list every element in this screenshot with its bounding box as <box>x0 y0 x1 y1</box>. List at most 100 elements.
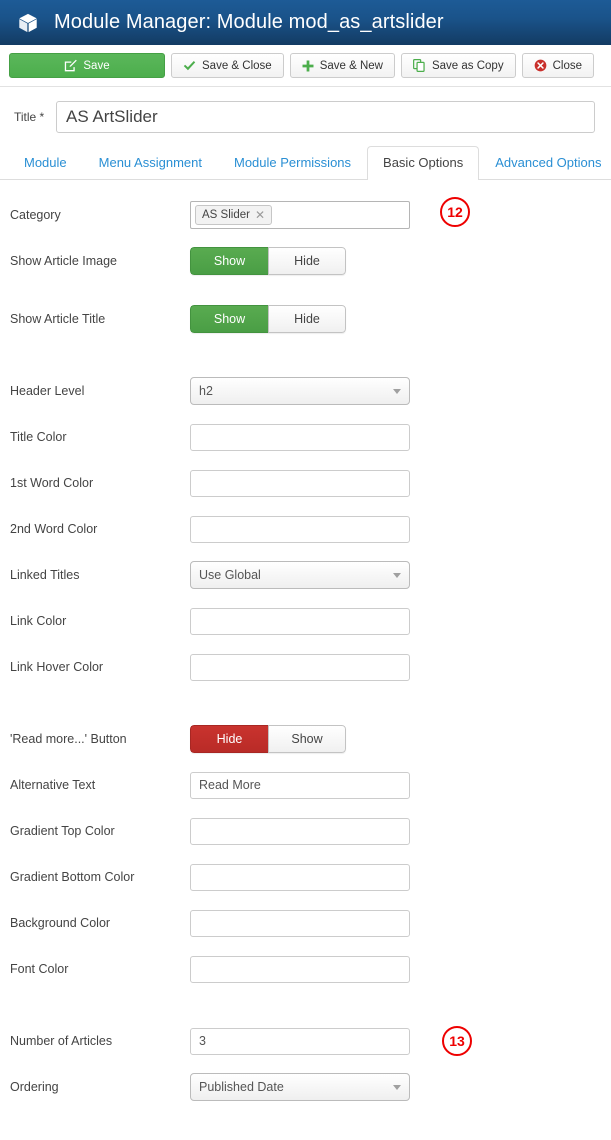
cube-icon <box>16 11 40 35</box>
field-row-alternative-text: Alternative Text <box>8 762 603 808</box>
field-row-gradient-bottom-color: Gradient Bottom Color <box>8 854 603 900</box>
first-word-color-label: 1st Word Color <box>10 476 94 490</box>
title-color-label: Title Color <box>10 430 67 444</box>
alternative-text-input[interactable] <box>190 771 410 799</box>
field-row-background-color: Background Color <box>8 900 603 946</box>
field-row-font-color: Font Color <box>8 946 603 992</box>
save-as-copy-label: Save as Copy <box>431 59 504 72</box>
edit-square-icon <box>64 59 78 72</box>
close-circle-icon <box>534 59 547 72</box>
field-row-gradient-top-color: Gradient Top Color <box>8 808 603 854</box>
save-and-close-button[interactable]: Save & Close <box>171 53 284 78</box>
gradient-top-color-input[interactable] <box>190 817 410 845</box>
show-article-image-toggle: Show Hide <box>190 247 346 275</box>
second-word-color-label: 2nd Word Color <box>10 522 98 536</box>
read-more-hide-option[interactable]: Hide <box>190 725 268 753</box>
close-button-label: Close <box>552 59 582 72</box>
chevron-down-icon <box>393 388 401 394</box>
alternative-text-label: Alternative Text <box>10 778 96 792</box>
field-row-category: Category AS Slider ✕ 12 <box>8 192 603 238</box>
close-x-icon[interactable]: ✕ <box>255 209 265 221</box>
ordering-value: Published Date <box>199 1080 284 1094</box>
save-and-close-label: Save & Close <box>202 59 272 72</box>
save-and-new-label: Save & New <box>319 59 383 72</box>
toolbar: Save Save & Close Save & New Save as Cop… <box>0 45 611 87</box>
field-row-linked-titles: Linked Titles Use Global <box>8 552 603 598</box>
category-chip[interactable]: AS Slider ✕ <box>195 205 272 225</box>
show-article-image-show-option[interactable]: Show <box>190 247 268 275</box>
field-row-first-word-color: 1st Word Color <box>8 460 603 506</box>
read-more-show-option[interactable]: Show <box>268 725 346 753</box>
show-article-title-show-option[interactable]: Show <box>190 305 268 333</box>
chevron-down-icon <box>393 1084 401 1090</box>
tab-module-permissions[interactable]: Module Permissions <box>218 146 367 179</box>
ordering-label: Ordering <box>10 1080 59 1094</box>
show-article-title-label: Show Article Title <box>10 312 106 326</box>
save-and-new-button[interactable]: Save & New <box>289 53 395 78</box>
field-row-read-more-button: 'Read more...' Button Hide Show <box>8 716 603 762</box>
linked-titles-label: Linked Titles <box>10 568 80 582</box>
first-word-color-input[interactable] <box>190 469 410 497</box>
ordering-select[interactable]: Published Date <box>190 1073 410 1101</box>
basic-options-form: Category AS Slider ✕ 12 Show Article Ima… <box>0 192 611 1110</box>
annotation-badge-12: 12 <box>440 197 470 227</box>
gradient-top-color-label: Gradient Top Color <box>10 824 115 838</box>
background-color-input[interactable] <box>190 909 410 937</box>
header-level-label: Header Level <box>10 384 85 398</box>
save-as-copy-button[interactable]: Save as Copy <box>400 53 516 78</box>
show-article-title-toggle: Show Hide <box>190 305 346 333</box>
number-of-articles-label: Number of Articles <box>10 1034 113 1048</box>
field-row-title-color: Title Color <box>8 414 603 460</box>
field-row-link-color: Link Color <box>8 598 603 644</box>
link-color-label: Link Color <box>10 614 67 628</box>
title-input[interactable] <box>56 101 595 133</box>
show-article-image-label: Show Article Image <box>10 254 117 268</box>
title-field-label: Title * <box>14 110 45 124</box>
save-button-label: Save <box>83 59 110 72</box>
category-chip-label: AS Slider <box>202 209 250 221</box>
second-word-color-input[interactable] <box>190 515 410 543</box>
read-more-button-label: 'Read more...' Button <box>10 732 127 746</box>
chevron-down-icon <box>393 572 401 578</box>
show-article-image-hide-option[interactable]: Hide <box>268 247 346 275</box>
tab-menu-assignment[interactable]: Menu Assignment <box>83 146 218 179</box>
page-title: Module Manager: Module mod_as_artslider <box>54 11 444 33</box>
number-of-articles-input[interactable] <box>190 1027 410 1055</box>
page-header: Module Manager: Module mod_as_artslider <box>0 0 611 45</box>
field-row-show-article-image: Show Article Image Show Hide <box>8 238 603 284</box>
field-row-show-article-title: Show Article Title Show Hide <box>8 296 603 342</box>
background-color-label: Background Color <box>10 916 111 930</box>
check-icon <box>183 60 196 72</box>
linked-titles-select[interactable]: Use Global <box>190 561 410 589</box>
copy-icon <box>413 59 426 72</box>
field-row-link-hover-color: Link Hover Color <box>8 644 603 690</box>
link-color-input[interactable] <box>190 607 410 635</box>
category-input[interactable]: AS Slider ✕ <box>190 201 410 229</box>
tab-basic-options[interactable]: Basic Options <box>367 146 480 180</box>
category-control: AS Slider ✕ <box>190 201 410 229</box>
header-level-value: h2 <box>199 384 213 398</box>
save-button[interactable]: Save <box>9 53 165 78</box>
header-level-select[interactable]: h2 <box>190 377 410 405</box>
link-hover-color-input[interactable] <box>190 653 410 681</box>
category-label: Category <box>10 208 61 222</box>
title-row: Title * <box>0 87 611 133</box>
plus-icon <box>302 60 314 72</box>
linked-titles-value: Use Global <box>199 568 261 582</box>
title-color-input[interactable] <box>190 423 410 451</box>
close-button[interactable]: Close <box>521 53 594 78</box>
show-article-title-hide-option[interactable]: Hide <box>268 305 346 333</box>
tab-module[interactable]: Module <box>8 146 83 179</box>
annotation-badge-13: 13 <box>442 1026 472 1056</box>
gradient-bottom-color-label: Gradient Bottom Color <box>10 870 135 884</box>
read-more-button-toggle: Hide Show <box>190 725 346 753</box>
field-row-number-of-articles: Number of Articles 13 <box>8 1018 603 1064</box>
font-color-input[interactable] <box>190 955 410 983</box>
tab-advanced-options[interactable]: Advanced Options <box>479 146 611 179</box>
field-row-second-word-color: 2nd Word Color <box>8 506 603 552</box>
font-color-label: Font Color <box>10 962 69 976</box>
gradient-bottom-color-input[interactable] <box>190 863 410 891</box>
tab-bar: Module Menu Assignment Module Permission… <box>0 146 611 180</box>
link-hover-color-label: Link Hover Color <box>10 660 104 674</box>
field-row-ordering: Ordering Published Date <box>8 1064 603 1110</box>
